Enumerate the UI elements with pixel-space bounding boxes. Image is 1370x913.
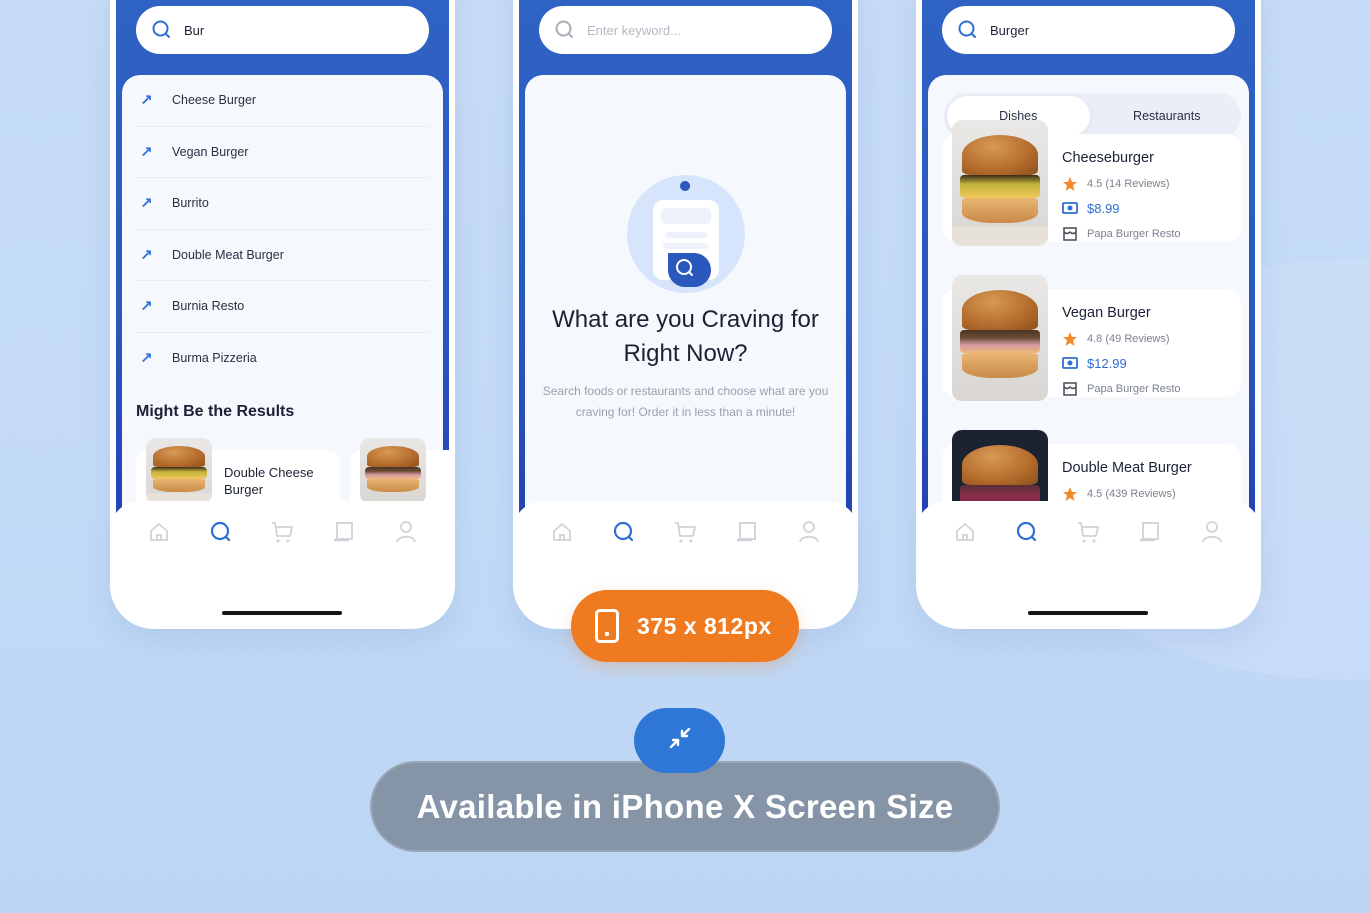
suggestion-label: Burrito — [172, 196, 209, 211]
dish-card[interactable]: Vegan Burger 4.8 (49 Reviews) $12.99 Pap… — [942, 275, 1241, 401]
receipt-icon[interactable] — [734, 519, 760, 545]
search-icon — [152, 20, 172, 40]
dish-name: Cheeseburger — [1062, 150, 1154, 166]
bottom-nav — [110, 501, 455, 629]
empty-state-title: What are you Craving for Right Now? — [552, 306, 819, 367]
money-icon — [1062, 355, 1078, 371]
home-icon[interactable] — [549, 519, 575, 545]
arrow-up-right-icon: ↗ — [140, 246, 153, 264]
dish-card[interactable]: Cheeseburger 4.5 (14 Reviews) $8.99 Papa… — [942, 120, 1241, 246]
home-icon[interactable] — [952, 519, 978, 545]
suggestion-label: Burnia Resto — [172, 299, 245, 314]
suggestion-label: Burma Pizzeria — [172, 351, 257, 366]
empty-state-subtitle: Search foods or restaurants and choose w… — [542, 384, 829, 419]
cart-icon[interactable] — [269, 519, 295, 545]
receipt-icon[interactable] — [331, 519, 357, 545]
suggestion-item[interactable]: ↗ Double Meat Burger — [136, 230, 429, 281]
dish-restaurant: Papa Burger Resto — [1087, 228, 1181, 240]
home-icon[interactable] — [146, 519, 172, 545]
screen-size-text: 375 x 812px — [637, 612, 772, 639]
dish-reviews: (14 Reviews) — [1105, 178, 1170, 190]
suggestion-label: Vegan Burger — [172, 144, 249, 159]
arrow-up-right-icon: ↗ — [140, 143, 153, 161]
suggestion-list: ↗ Cheese Burger ↗ Vegan Burger ↗ Burrito ↗ D… — [136, 75, 429, 384]
dish-rating: 4.8 — [1087, 333, 1103, 345]
search-icon — [958, 20, 978, 40]
search-illustration-icon — [626, 175, 745, 293]
results-title: Might Be the Results — [136, 403, 295, 420]
money-icon — [1062, 200, 1078, 216]
screen: Burger Dishes Restaurants Cheeseburger 4… — [922, 0, 1255, 543]
availability-text: Available in iPhone X Screen Size — [416, 787, 954, 825]
arrow-up-right-icon: ↗ — [140, 92, 153, 110]
suggestion-label: Cheese Burger — [172, 93, 257, 108]
star-icon — [1062, 486, 1078, 502]
user-icon[interactable] — [1199, 519, 1225, 545]
dish-restaurant: Papa Burger Resto — [1087, 383, 1181, 395]
star-icon — [1062, 331, 1078, 347]
user-icon[interactable] — [796, 519, 822, 545]
user-icon[interactable] — [393, 519, 419, 545]
results-panel: Dishes Restaurants Cheeseburger 4.5 (14 … — [928, 75, 1249, 543]
dish-image — [146, 438, 212, 504]
dish-rating: 4.5 — [1087, 488, 1103, 500]
dish-name: Double Meat Burger — [1062, 460, 1192, 476]
arrow-up-right-icon: ↗ — [140, 195, 153, 213]
search-input[interactable]: Enter keyword... — [539, 6, 832, 54]
result-name: Double Cheese Burger — [224, 465, 314, 497]
search-icon — [555, 20, 575, 40]
search-icon[interactable] — [611, 519, 637, 545]
dish-name: Vegan Burger — [1062, 305, 1151, 321]
screen: Enter keyword... What are you Craving fo… — [519, 0, 852, 543]
cart-icon[interactable] — [672, 519, 698, 545]
dish-reviews: (439 Reviews) — [1105, 488, 1176, 500]
search-value: Burger — [990, 22, 1030, 38]
bottom-nav — [916, 501, 1261, 629]
home-indicator — [1028, 611, 1148, 615]
arrow-up-right-icon: ↗ — [140, 350, 153, 368]
dish-reviews: (49 Reviews) — [1105, 333, 1170, 345]
screen-size-badge: 375 x 812px — [571, 590, 799, 662]
search-input[interactable]: Bur — [136, 6, 429, 54]
dish-image — [360, 438, 426, 504]
empty-state-panel: What are you Craving for Right Now? Sear… — [525, 75, 846, 543]
compress-button[interactable] — [634, 708, 725, 773]
search-input[interactable]: Burger — [942, 6, 1235, 54]
phone-empty-search: Enter keyword... What are you Craving fo… — [513, 0, 858, 629]
search-icon[interactable] — [1014, 519, 1040, 545]
arrow-up-right-icon: ↗ — [140, 298, 153, 316]
phone-search-suggestions: Bur ↗ Cheese Burger ↗ Vegan Burger ↗ Burrit… — [110, 0, 455, 629]
suggestion-item[interactable]: ↗ Burrito — [136, 178, 429, 230]
dish-price: $12.99 — [1087, 355, 1127, 371]
search-placeholder: Enter keyword... — [587, 22, 681, 38]
cart-icon[interactable] — [1075, 519, 1101, 545]
store-icon — [1062, 226, 1078, 242]
dish-price: $8.99 — [1087, 200, 1120, 216]
compress-arrows-icon — [666, 724, 694, 757]
suggestion-item[interactable]: ↗ Vegan Burger — [136, 127, 429, 178]
dish-rating: 4.5 — [1087, 178, 1103, 190]
suggestion-item[interactable]: ↗ Burnia Resto — [136, 281, 429, 333]
search-icon[interactable] — [208, 519, 234, 545]
suggestions-panel: ↗ Cheese Burger ↗ Vegan Burger ↗ Burrito ↗ D… — [122, 75, 449, 543]
availability-banner: Available in iPhone X Screen Size — [370, 761, 1000, 852]
search-value: Bur — [184, 22, 205, 38]
suggestion-item[interactable]: ↗ Burma Pizzeria — [136, 333, 429, 385]
suggestion-label: Double Meat Burger — [172, 247, 284, 262]
star-icon — [1062, 176, 1078, 192]
receipt-icon[interactable] — [1137, 519, 1163, 545]
store-icon — [1062, 381, 1078, 397]
suggestion-item[interactable]: ↗ Cheese Burger — [136, 75, 429, 127]
dish-image — [952, 275, 1048, 401]
phone-search-results: Burger Dishes Restaurants Cheeseburger 4… — [916, 0, 1261, 629]
dish-image — [952, 120, 1048, 246]
screen: Bur ↗ Cheese Burger ↗ Vegan Burger ↗ Burrit… — [116, 0, 449, 543]
home-indicator — [222, 611, 342, 615]
phone-icon — [595, 609, 619, 643]
